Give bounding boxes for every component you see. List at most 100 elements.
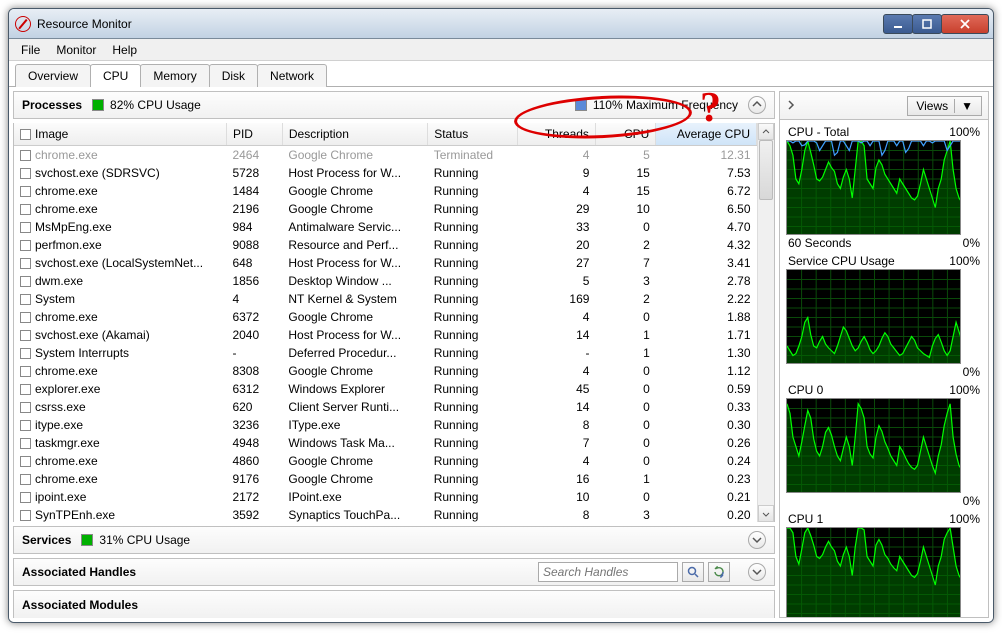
menu-help[interactable]: Help: [104, 41, 145, 59]
scroll-down-button[interactable]: [758, 505, 774, 522]
row-checkbox[interactable]: [20, 384, 31, 395]
table-row[interactable]: perfmon.exe9088Resource and Perf...Runni…: [14, 236, 757, 254]
chart-foot-right: 0%: [963, 494, 980, 508]
table-row[interactable]: dwm.exe1856Desktop Window ...Running532.…: [14, 272, 757, 290]
row-checkbox[interactable]: [20, 348, 31, 359]
col-threads[interactable]: Threads: [517, 123, 595, 146]
chart-canvas: [786, 269, 961, 364]
table-row[interactable]: System4NT Kernel & SystemRunning16922.22: [14, 290, 757, 308]
row-checkbox[interactable]: [20, 240, 31, 251]
row-checkbox[interactable]: [20, 438, 31, 449]
row-checkbox[interactable]: [20, 510, 31, 521]
table-row[interactable]: ipoint.exe2172IPoint.exeRunning1000.21: [14, 488, 757, 506]
processes-header[interactable]: Processes 82% CPU Usage 110% Maximum Fre…: [13, 91, 775, 119]
chart-foot-right: 0%: [963, 236, 980, 250]
search-button[interactable]: [682, 562, 704, 582]
chart-canvas: [786, 398, 961, 493]
row-checkbox[interactable]: [20, 150, 31, 161]
maximize-button[interactable]: [912, 14, 942, 34]
row-checkbox[interactable]: [20, 312, 31, 323]
row-checkbox[interactable]: [20, 330, 31, 341]
scroll-up-button[interactable]: [758, 123, 774, 140]
tab-network[interactable]: Network: [257, 64, 327, 87]
chart-service: Service CPU Usage100%0%: [786, 253, 982, 380]
row-checkbox[interactable]: [20, 420, 31, 431]
services-expand-button[interactable]: [748, 531, 766, 549]
tab-overview[interactable]: Overview: [15, 64, 91, 87]
modules-header[interactable]: Associated Modules: [13, 590, 775, 618]
tab-cpu[interactable]: CPU: [90, 64, 141, 87]
tab-disk[interactable]: Disk: [209, 64, 258, 87]
table-row[interactable]: svchost.exe (SDRSVC)5728Host Process for…: [14, 164, 757, 182]
row-checkbox[interactable]: [20, 204, 31, 215]
chart-title: CPU 0: [788, 383, 823, 397]
modules-title: Associated Modules: [22, 598, 138, 612]
processes-title: Processes: [22, 98, 82, 112]
table-row[interactable]: chrome.exe1484Google ChromeRunning4156.7…: [14, 182, 757, 200]
row-checkbox[interactable]: [20, 456, 31, 467]
tab-memory[interactable]: Memory: [140, 64, 209, 87]
table-header-row: Image PID Description Status Threads CPU…: [14, 123, 757, 146]
row-checkbox[interactable]: [20, 366, 31, 377]
handles-title: Associated Handles: [22, 565, 136, 579]
table-row[interactable]: SynTPEnh.exe3592Synaptics TouchPa...Runn…: [14, 506, 757, 522]
table-row[interactable]: taskmgr.exe4948Windows Task Ma...Running…: [14, 434, 757, 452]
processes-table: Image PID Description Status Threads CPU…: [13, 123, 775, 522]
table-row[interactable]: chrome.exe4860Google ChromeRunning400.24: [14, 452, 757, 470]
chart-foot-left: 60 Seconds: [788, 236, 851, 250]
handles-header[interactable]: Associated Handles: [13, 558, 775, 586]
menu-file[interactable]: File: [13, 41, 48, 59]
handles-expand-button[interactable]: [748, 563, 766, 581]
chart-foot-right: 0%: [963, 365, 980, 379]
app-icon: [15, 16, 31, 32]
table-row[interactable]: itype.exe3236IType.exeRunning800.30: [14, 416, 757, 434]
row-checkbox[interactable]: [20, 492, 31, 503]
close-button[interactable]: [941, 14, 989, 34]
chart-max: 100%: [949, 383, 980, 397]
select-all-checkbox[interactable]: [20, 129, 31, 140]
table-row[interactable]: chrome.exe8308Google ChromeRunning401.12: [14, 362, 757, 380]
titlebar[interactable]: Resource Monitor: [9, 9, 993, 39]
table-row[interactable]: chrome.exe9176Google ChromeRunning1610.2…: [14, 470, 757, 488]
col-cpu[interactable]: CPU: [595, 123, 655, 146]
row-checkbox[interactable]: [20, 222, 31, 233]
table-scrollbar[interactable]: [757, 123, 774, 522]
col-image[interactable]: Image: [14, 123, 226, 146]
table-row[interactable]: explorer.exe6312Windows ExplorerRunning4…: [14, 380, 757, 398]
scroll-thumb[interactable]: [759, 140, 773, 200]
table-row[interactable]: chrome.exe2196Google ChromeRunning29106.…: [14, 200, 757, 218]
row-checkbox[interactable]: [20, 186, 31, 197]
row-checkbox[interactable]: [20, 276, 31, 287]
col-pid[interactable]: PID: [226, 123, 282, 146]
charts-panel: Views ▼ CPU - Total100%60 Seconds0%Servi…: [779, 91, 989, 618]
row-checkbox[interactable]: [20, 294, 31, 305]
row-checkbox[interactable]: [20, 258, 31, 269]
col-average-cpu[interactable]: Average CPU: [656, 123, 757, 146]
services-header[interactable]: Services 31% CPU Usage: [13, 526, 775, 554]
table-row[interactable]: csrss.exe620Client Server Runti...Runnin…: [14, 398, 757, 416]
table-row[interactable]: chrome.exe6372Google ChromeRunning401.88: [14, 308, 757, 326]
views-button[interactable]: Views ▼: [907, 96, 982, 116]
window-title: Resource Monitor: [37, 17, 884, 31]
table-row[interactable]: MsMpEng.exe984Antimalware Servic...Runni…: [14, 218, 757, 236]
panel-collapse-button[interactable]: [786, 99, 796, 113]
table-row[interactable]: svchost.exe (Akamai)2040Host Process for…: [14, 326, 757, 344]
search-handles-input[interactable]: [538, 562, 678, 582]
chart-title: CPU - Total: [788, 125, 849, 139]
cpu-usage-label: 82% CPU Usage: [110, 98, 201, 112]
chart-max: 100%: [949, 254, 980, 268]
row-checkbox[interactable]: [20, 402, 31, 413]
table-row[interactable]: svchost.exe (LocalSystemNet...648Host Pr…: [14, 254, 757, 272]
col-description[interactable]: Description: [282, 123, 427, 146]
chart-total: CPU - Total 100% 60 Seconds 0%: [786, 124, 982, 251]
minimize-button[interactable]: [883, 14, 913, 34]
col-status[interactable]: Status: [428, 123, 517, 146]
processes-collapse-button[interactable]: [748, 96, 766, 114]
refresh-button[interactable]: [708, 562, 730, 582]
table-row[interactable]: System Interrupts-Deferred Procedur...Ru…: [14, 344, 757, 362]
table-row[interactable]: chrome.exe2464Google ChromeTerminated451…: [14, 146, 757, 165]
menu-monitor[interactable]: Monitor: [48, 41, 104, 59]
row-checkbox[interactable]: [20, 474, 31, 485]
chart-max: 100%: [949, 125, 980, 139]
row-checkbox[interactable]: [20, 168, 31, 179]
